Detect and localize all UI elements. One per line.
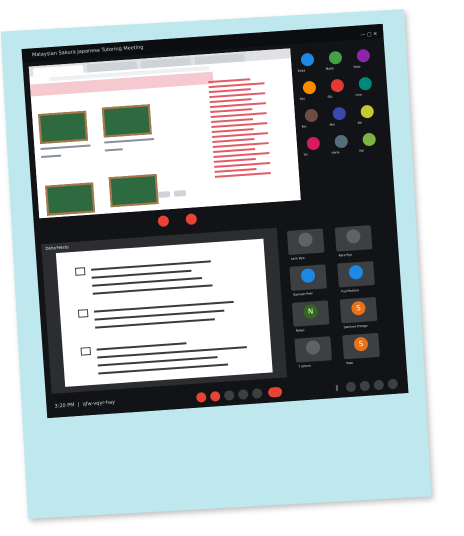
participant-tile[interactable]: S bbox=[342, 332, 380, 360]
participant-name: Malla bbox=[325, 66, 334, 71]
text-line bbox=[91, 269, 192, 279]
participant-avatar[interactable] bbox=[358, 76, 373, 91]
shared-screen-browser bbox=[28, 48, 301, 219]
participant-name: Rin bbox=[301, 124, 307, 129]
participant-avatar[interactable] bbox=[362, 132, 377, 147]
mic-off-button[interactable] bbox=[157, 215, 170, 227]
avatar: N bbox=[303, 304, 319, 320]
participant-tile[interactable]: S bbox=[339, 296, 378, 324]
participant-name: Nino bbox=[353, 64, 361, 69]
question-number bbox=[77, 309, 89, 318]
meeting-time: 3:20 PM bbox=[54, 402, 75, 410]
text-line bbox=[92, 284, 213, 295]
avatar: S bbox=[350, 300, 366, 316]
participant-name: Aki bbox=[357, 120, 363, 125]
page-button[interactable] bbox=[157, 191, 171, 198]
participant-name: Siti bbox=[327, 94, 333, 99]
participant-tile[interactable] bbox=[334, 225, 373, 252]
camera-off-button[interactable] bbox=[185, 213, 198, 226]
text-line bbox=[91, 260, 211, 271]
participant-name: Lina bbox=[355, 92, 362, 97]
participant-name: Kai bbox=[359, 148, 365, 153]
mic-off-icon[interactable] bbox=[195, 392, 207, 403]
link-list[interactable] bbox=[208, 73, 285, 181]
participant-tile[interactable] bbox=[337, 261, 375, 288]
participant-name: 7 others bbox=[298, 363, 311, 369]
participant-name: Yui bbox=[303, 152, 308, 157]
avatar bbox=[300, 268, 316, 284]
avatar bbox=[348, 264, 364, 280]
shared-screen-label: Doho'Hesto bbox=[45, 244, 69, 251]
participant-avatar[interactable] bbox=[302, 80, 317, 95]
participant-name: Yoso bbox=[346, 360, 354, 366]
participant-name: Lane Ryo bbox=[290, 255, 305, 261]
activities-icon[interactable] bbox=[387, 378, 399, 390]
participant-avatar[interactable] bbox=[356, 48, 371, 63]
text-line bbox=[95, 318, 215, 329]
window-controls[interactable]: — ▢ ✕ bbox=[360, 27, 378, 42]
chalkboard-image bbox=[38, 110, 89, 145]
present-icon[interactable] bbox=[237, 389, 249, 400]
divider bbox=[335, 384, 339, 391]
document-page bbox=[55, 238, 273, 387]
browser-page bbox=[30, 66, 301, 219]
text-line bbox=[104, 148, 123, 152]
participant-name: Ayu bbox=[299, 96, 306, 101]
leave-call-button[interactable] bbox=[267, 386, 283, 398]
participant-grid-top: Kinja Malla Nino Ayu Siti Lina Rin Mei A… bbox=[294, 42, 390, 200]
participant-name: Kinja bbox=[297, 68, 306, 73]
participant-tile[interactable] bbox=[289, 264, 327, 291]
participant-avatar[interactable] bbox=[306, 136, 321, 151]
question-number bbox=[74, 267, 86, 276]
participant-name: Rere Ryo bbox=[338, 252, 353, 258]
chalkboard-image bbox=[101, 104, 152, 138]
chat-icon[interactable] bbox=[373, 379, 385, 391]
participant-avatar[interactable] bbox=[304, 108, 319, 123]
participant-avatar[interactable] bbox=[300, 52, 315, 67]
info-icon[interactable] bbox=[345, 381, 357, 393]
question-number bbox=[80, 346, 92, 356]
participant-tile[interactable] bbox=[286, 228, 325, 255]
captions-icon[interactable] bbox=[223, 390, 235, 401]
page-button[interactable] bbox=[173, 189, 187, 197]
meeting-code: qfw-vqyr-hay bbox=[82, 399, 116, 408]
top-call-controls bbox=[153, 210, 214, 228]
participant-name: Nabyi bbox=[295, 328, 305, 333]
participant-name: Ramesh Pekr bbox=[293, 291, 313, 297]
camera-off-icon[interactable] bbox=[209, 391, 221, 402]
participant-grid-bottom: Lane Ryo Rere Ryo Ramesh Pekr Puji Mutia… bbox=[281, 220, 403, 377]
participant-avatar[interactable] bbox=[332, 106, 347, 121]
text-line bbox=[96, 342, 187, 351]
more-options-icon[interactable] bbox=[251, 388, 263, 399]
shared-screen-document: Doho'Hesto bbox=[41, 227, 288, 394]
participant-avatar[interactable] bbox=[330, 78, 345, 93]
participant-name: Puji Mutiara bbox=[341, 288, 360, 294]
people-icon[interactable] bbox=[359, 380, 371, 392]
avatar bbox=[298, 232, 313, 248]
participant-tile[interactable]: N bbox=[291, 300, 330, 327]
text-line bbox=[41, 154, 62, 158]
text-line bbox=[104, 138, 155, 144]
participant-name: Hana bbox=[331, 150, 340, 155]
meeting-info: 3:20 PM | qfw-vqyr-hay bbox=[54, 399, 116, 410]
participant-avatar[interactable] bbox=[360, 104, 375, 119]
participant-avatar[interactable] bbox=[328, 50, 343, 65]
participant-tile[interactable] bbox=[294, 336, 332, 363]
participant-name: Mei bbox=[329, 122, 335, 127]
chalkboard-image bbox=[45, 182, 96, 216]
text-line bbox=[40, 144, 91, 150]
avatar bbox=[305, 339, 321, 355]
meeting-screenshot: Malaysian Sakura Japanese Tutoring Meeti… bbox=[21, 23, 409, 419]
avatar: S bbox=[353, 336, 369, 352]
participant-avatar[interactable] bbox=[334, 134, 349, 149]
participant-name: Sekrima Pronga bbox=[343, 323, 368, 330]
chalkboard-image bbox=[108, 173, 159, 208]
avatar bbox=[345, 228, 361, 244]
